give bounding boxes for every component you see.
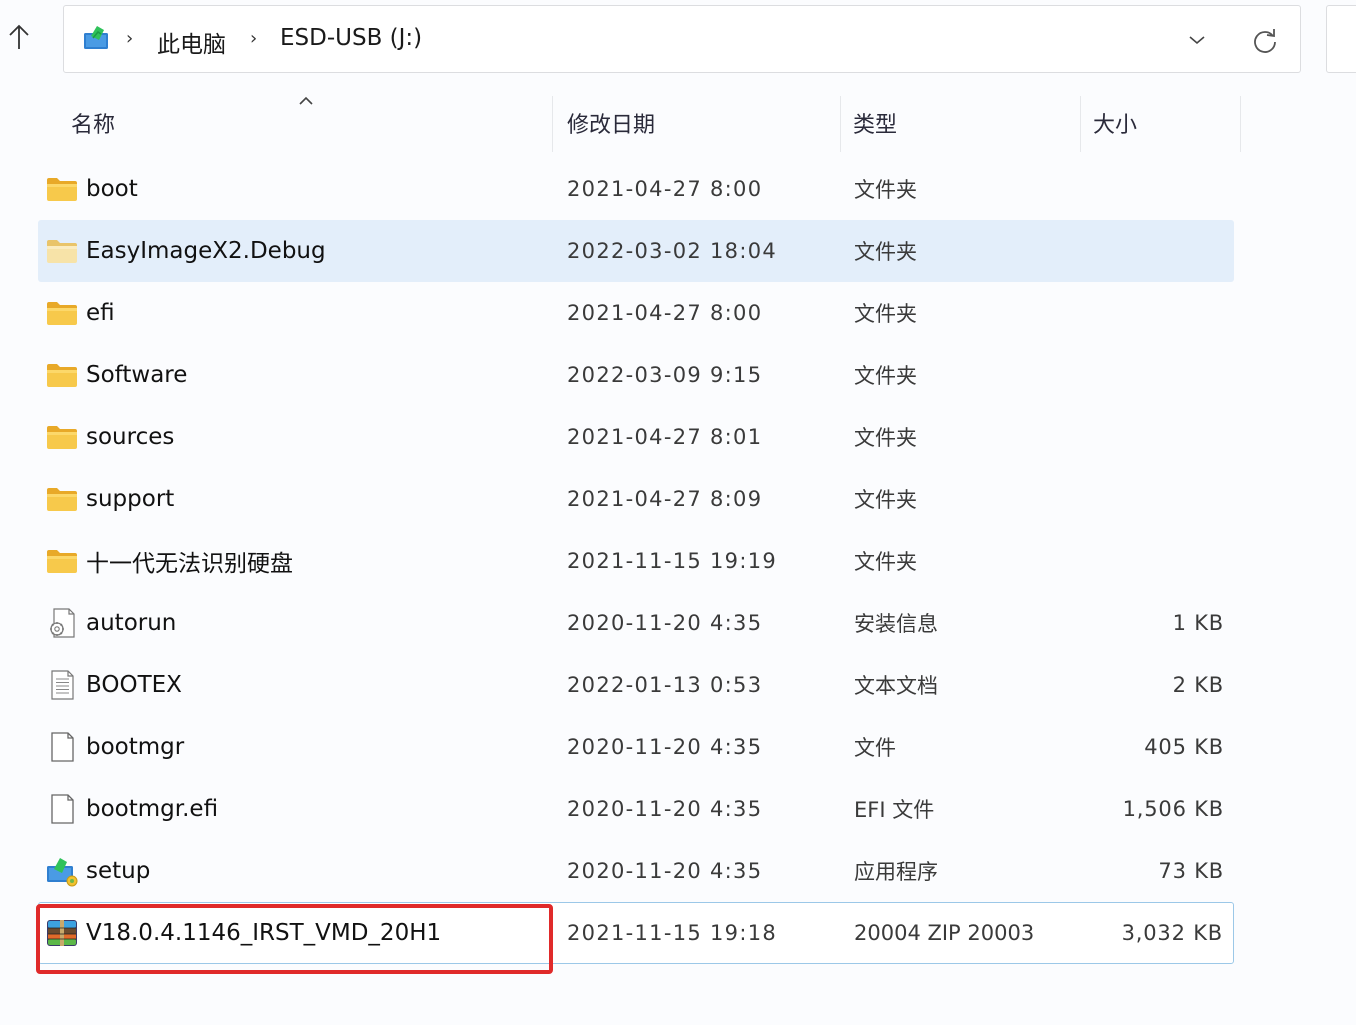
address-bar[interactable]: › 此电脑 › ESD-USB (J:): [63, 5, 1301, 73]
refresh-button[interactable]: [1248, 24, 1282, 58]
file-modified-date: 2021-04-27 8:09: [567, 487, 763, 511]
file-row[interactable]: sources 2021-04-27 8:01 文件夹: [38, 406, 1234, 468]
file-type: 安装信息: [854, 612, 938, 636]
file-type: 文件夹: [854, 488, 917, 512]
folder-icon: [45, 297, 79, 329]
file-modified-date: 2022-03-09 9:15: [567, 363, 763, 387]
file-type: 文本文档: [854, 674, 938, 698]
file-modified-date: 2020-11-20 4:35: [567, 797, 763, 821]
file-name: bootmgr.efi: [86, 796, 219, 822]
folder-icon: [45, 359, 79, 391]
navigation-bar: › 此电脑 › ESD-USB (J:): [0, 0, 1356, 90]
file-modified-date: 2022-01-13 0:53: [567, 673, 763, 697]
file-type: 文件夹: [854, 364, 917, 388]
file-modified-date: 2020-11-20 4:35: [567, 735, 763, 759]
file-row[interactable]: V18.0.4.1146_IRST_VMD_20H1 2021-11-15 19:…: [38, 902, 1234, 964]
breadcrumb-separator[interactable]: ›: [126, 28, 133, 49]
setup-info-file-icon: [45, 607, 79, 639]
file-size: 1,506 KB: [1122, 797, 1224, 821]
column-divider[interactable]: [840, 96, 841, 152]
folder-icon: [45, 235, 79, 267]
file-size: 2 KB: [1172, 673, 1224, 697]
file-modified-date: 2020-11-20 4:35: [567, 859, 763, 883]
column-header-row: 名称 修改日期 类型 大小: [38, 90, 1248, 156]
file-row[interactable]: bootmgr.efi 2020-11-20 4:35 EFI 文件 1,506 KB: [38, 778, 1234, 840]
file-type: 文件夹: [854, 240, 917, 264]
breadcrumb-this-pc[interactable]: 此电脑: [157, 25, 226, 59]
file-row[interactable]: 十一代无法识别硬盘 2021-11-15 19:19 文件夹: [38, 530, 1234, 592]
file-type: 文件夹: [854, 178, 917, 202]
file-type: 文件夹: [854, 426, 917, 450]
file-name: autorun: [86, 610, 177, 636]
file-size: 405 KB: [1144, 735, 1224, 759]
file-name: 十一代无法识别硬盘: [86, 551, 293, 577]
this-pc-icon: [84, 26, 108, 49]
blank-file-icon: [45, 793, 79, 825]
column-divider[interactable]: [1080, 96, 1081, 152]
folder-icon: [45, 545, 79, 577]
file-row[interactable]: support 2021-04-27 8:09 文件夹: [38, 468, 1234, 530]
file-row[interactable]: Software 2022-03-09 9:15 文件夹: [38, 344, 1234, 406]
file-row[interactable]: EasyImageX2.Debug 2022-03-02 18:04 文件夹: [38, 220, 1234, 282]
file-modified-date: 2022-03-02 18:04: [567, 239, 778, 263]
file-name: BOOTEX: [86, 672, 182, 698]
file-type: 文件: [854, 736, 896, 760]
file-type: EFI 文件: [854, 798, 935, 822]
arrow-up-icon: [9, 24, 29, 49]
column-header-name[interactable]: 名称: [71, 90, 115, 156]
folder-icon: [45, 173, 79, 205]
file-size: 3,032 KB: [1121, 921, 1223, 945]
file-row[interactable]: setup 2020-11-20 4:35 应用程序 73 KB: [38, 840, 1234, 902]
file-type: 应用程序: [854, 860, 938, 884]
address-history-dropdown[interactable]: [1182, 26, 1212, 54]
file-modified-date: 2020-11-20 4:35: [567, 611, 763, 635]
folder-icon: [45, 483, 79, 515]
file-row[interactable]: BOOTEX 2022-01-13 0:53 文本文档 2 KB: [38, 654, 1234, 716]
file-name: EasyImageX2.Debug: [86, 238, 326, 264]
file-name: efi: [86, 300, 115, 326]
sort-ascending-icon: [299, 96, 313, 105]
file-type: 文件夹: [854, 302, 917, 326]
file-modified-date: 2021-11-15 19:18: [567, 921, 778, 945]
column-header-date[interactable]: 修改日期: [567, 90, 655, 156]
column-header-size[interactable]: 大小: [1093, 90, 1137, 156]
file-list: boot 2021-04-27 8:00 文件夹 EasyImageX2.Debug…: [38, 158, 1234, 964]
file-size: 1 KB: [1172, 611, 1224, 635]
column-divider[interactable]: [1240, 96, 1241, 152]
file-row[interactable]: efi 2021-04-27 8:00 文件夹: [38, 282, 1234, 344]
installer-app-icon: [45, 855, 79, 887]
up-button[interactable]: [4, 20, 34, 54]
blank-file-icon: [45, 731, 79, 763]
breadcrumb-separator[interactable]: ›: [250, 28, 257, 49]
file-type: 文件夹: [854, 550, 917, 574]
file-name: Software: [86, 362, 188, 388]
file-row[interactable]: autorun 2020-11-20 4:35 安装信息 1 KB: [38, 592, 1234, 654]
refresh-icon: [1254, 29, 1276, 53]
chevron-down-icon: [1189, 36, 1205, 45]
winrar-archive-icon: [45, 917, 79, 949]
file-name: setup: [86, 858, 151, 884]
search-input[interactable]: [1326, 5, 1356, 73]
file-name: sources: [86, 424, 175, 450]
file-modified-date: 2021-04-27 8:01: [567, 425, 763, 449]
file-size: 73 KB: [1158, 859, 1224, 883]
file-row[interactable]: bootmgr 2020-11-20 4:35 文件 405 KB: [38, 716, 1234, 778]
file-type: 20004 ZIP 20003: [854, 921, 1035, 945]
column-header-type[interactable]: 类型: [853, 90, 897, 156]
file-name: boot: [86, 176, 138, 202]
file-name: V18.0.4.1146_IRST_VMD_20H1: [86, 920, 442, 946]
file-row[interactable]: boot 2021-04-27 8:00 文件夹: [38, 158, 1234, 220]
file-name: bootmgr: [86, 734, 185, 760]
folder-icon: [45, 421, 79, 453]
text-document-icon: [45, 669, 79, 701]
file-name: support: [86, 486, 175, 512]
column-divider[interactable]: [552, 96, 553, 152]
file-modified-date: 2021-04-27 8:00: [567, 177, 763, 201]
file-modified-date: 2021-04-27 8:00: [567, 301, 763, 325]
file-modified-date: 2021-11-15 19:19: [567, 549, 778, 573]
breadcrumb-esd-usb[interactable]: ESD-USB (J:): [280, 25, 422, 51]
